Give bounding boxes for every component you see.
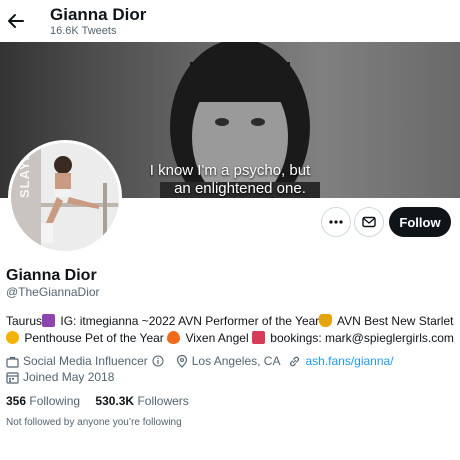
briefcase-icon xyxy=(6,356,19,368)
bio-text-1a: Taurus xyxy=(6,314,43,328)
bio-text-2c: bookings: mark@spieglergirls.com xyxy=(266,331,454,345)
profile-name: Gianna Dior xyxy=(6,267,97,284)
link-icon xyxy=(290,356,300,366)
location-pin-icon xyxy=(176,354,187,368)
star-emoji-icon xyxy=(6,331,19,344)
following-label: Following xyxy=(26,394,81,408)
back-arrow-icon[interactable] xyxy=(6,11,26,31)
followers-count: 530.3K xyxy=(95,394,135,408)
bio-text-2a: Penthouse Pet of the Year xyxy=(21,331,168,345)
followers-stat[interactable]: 530.3K Followers xyxy=(95,394,188,408)
more-options-button[interactable] xyxy=(321,207,351,237)
bio-text-2b: Vixen Angel xyxy=(182,331,252,345)
envelope-icon xyxy=(362,216,376,228)
message-button[interactable] xyxy=(354,207,384,237)
location-text: Los Angeles, CA xyxy=(191,354,281,368)
profile-bio: Taurus IG: itmegianna ~2022 AVN Performe… xyxy=(6,313,456,347)
taurus-emoji-icon xyxy=(42,314,56,327)
avatar-overlay-text: SLAYED xyxy=(17,140,32,198)
not-followed-notice: Not followed by anyone you’re following xyxy=(6,417,182,428)
following-count: 356 xyxy=(6,394,27,408)
category-text: Social Media Influencer xyxy=(23,354,148,368)
location-item: Los Angeles, CA xyxy=(176,354,281,368)
joined-item: Joined May 2018 xyxy=(6,370,114,384)
header-title: Gianna Dior xyxy=(50,5,147,24)
bio-text-1b: IG: itmegianna ~2022 AVN Performer of th… xyxy=(57,314,320,328)
more-dots-icon xyxy=(329,220,343,224)
avatar[interactable]: SLAYED xyxy=(8,140,122,254)
info-icon[interactable] xyxy=(152,355,164,367)
follow-button[interactable]: Follow xyxy=(389,207,451,237)
website-link[interactable]: ash.fans/gianna/ xyxy=(305,354,393,368)
tweet-count: 16.6K Tweets xyxy=(50,25,117,37)
following-stat[interactable]: 356 Following xyxy=(6,394,80,408)
banner-caption-line2: an enlightened one. xyxy=(174,180,306,197)
joined-row: Joined May 2018 xyxy=(6,370,122,384)
top-bar: Gianna Dior 16.6K Tweets xyxy=(0,0,460,42)
fire-emoji-icon xyxy=(167,331,181,344)
bio-text-1c: AVN Best New Starlet xyxy=(334,314,454,328)
website-item[interactable]: ash.fans/gianna/ xyxy=(288,354,394,368)
calendar-icon xyxy=(6,371,19,384)
profile-meta-row: Social Media Influencer Los Angeles, CA … xyxy=(6,354,402,368)
profile-stats: 356 Following 530.3K Followers xyxy=(6,394,201,408)
category-item: Social Media Influencer xyxy=(6,354,168,368)
followers-label: Followers xyxy=(134,394,189,408)
joined-text: Joined May 2018 xyxy=(23,370,115,384)
banner-caption-line1: I know I'm a psycho, but xyxy=(149,162,311,179)
profile-handle: @TheGiannaDior xyxy=(6,285,100,299)
nail-polish-emoji-icon xyxy=(251,331,265,344)
trophy-emoji-icon xyxy=(319,314,333,327)
